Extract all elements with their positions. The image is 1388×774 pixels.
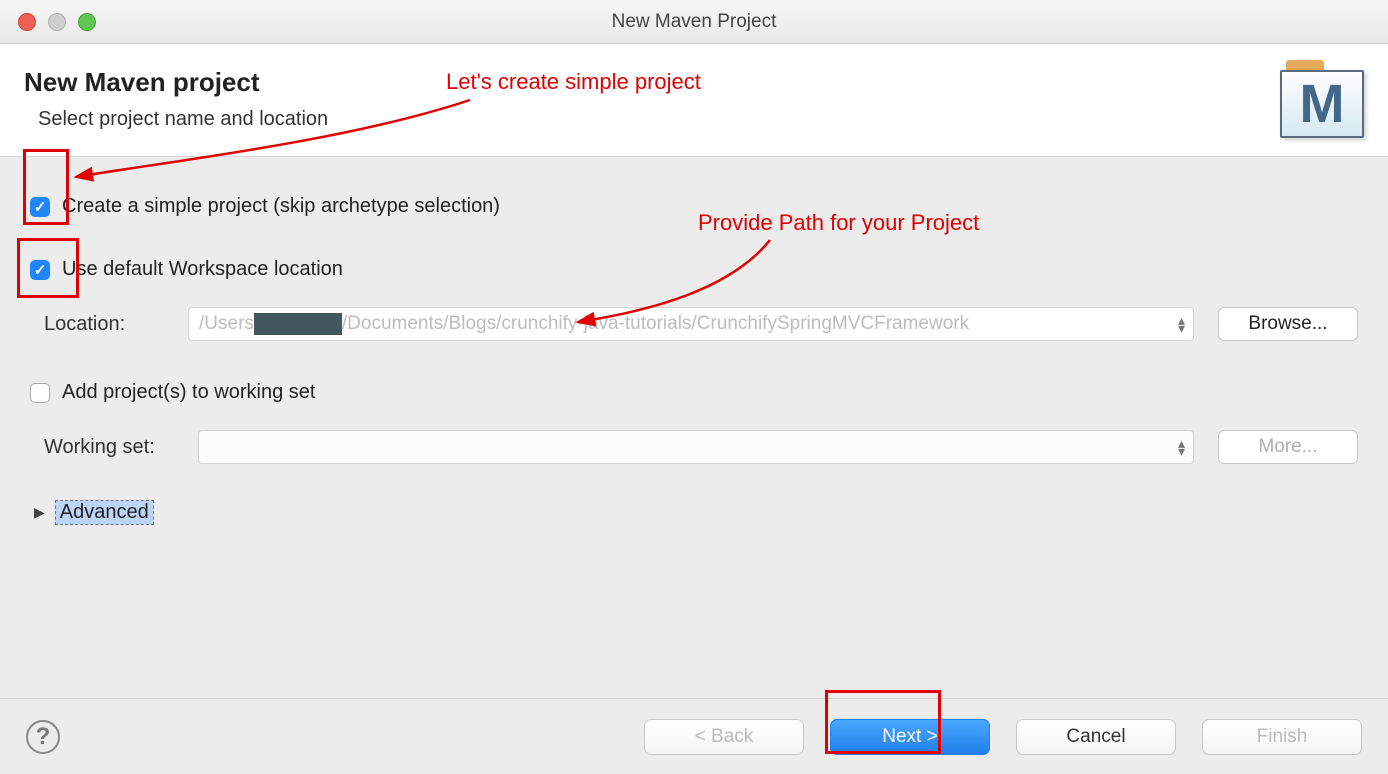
back-button: < Back <box>644 719 804 755</box>
titlebar: New Maven Project <box>0 0 1388 44</box>
advanced-label: Advanced <box>55 500 154 525</box>
page-subtitle: Select project name and location <box>38 108 1280 131</box>
annotation-box-next <box>825 690 941 754</box>
annotation-simple: Let's create simple project <box>446 69 701 95</box>
working-set-label: Working set: <box>44 436 174 459</box>
wizard-header: New Maven project Select project name an… <box>0 44 1388 157</box>
redacted-segment <box>254 313 342 335</box>
location-label: Location: <box>44 313 164 336</box>
browse-button[interactable]: Browse... <box>1218 307 1358 341</box>
advanced-disclosure[interactable]: ▶ Advanced <box>34 500 1358 525</box>
cancel-button[interactable]: Cancel <box>1016 719 1176 755</box>
simple-project-row: Create a simple project (skip archetype … <box>30 195 1358 218</box>
working-set-combo[interactable]: ▴▾ <box>198 430 1194 464</box>
location-path: /Users/Documents/Blogs/crunchify-java-tu… <box>189 313 979 335</box>
default-workspace-label: Use default Workspace location <box>62 258 343 281</box>
combo-arrows-icon[interactable]: ▴▾ <box>1178 439 1185 455</box>
maven-icon: M <box>1280 60 1364 138</box>
add-working-set-label: Add project(s) to working set <box>62 381 315 404</box>
working-set-row: Working set: ▴▾ More... <box>44 430 1358 464</box>
annotation-box-checkbox2 <box>17 238 79 298</box>
add-working-set-row: Add project(s) to working set <box>30 381 1358 404</box>
more-button: More... <box>1218 430 1358 464</box>
location-row: Location: /Users/Documents/Blogs/crunchi… <box>44 307 1358 341</box>
add-working-set-checkbox[interactable] <box>30 383 50 403</box>
default-workspace-row: Use default Workspace location <box>30 258 1358 281</box>
wizard-footer: ? < Back Next > Cancel Finish <box>0 698 1388 774</box>
chevron-right-icon: ▶ <box>34 504 45 521</box>
help-icon[interactable]: ? <box>26 720 60 754</box>
simple-project-label: Create a simple project (skip archetype … <box>62 195 500 218</box>
combo-arrows-icon[interactable]: ▴▾ <box>1178 316 1185 332</box>
location-combo[interactable]: /Users/Documents/Blogs/crunchify-java-tu… <box>188 307 1194 341</box>
annotation-box-checkbox1 <box>23 149 69 225</box>
finish-button: Finish <box>1202 719 1362 755</box>
wizard-body: Create a simple project (skip archetype … <box>0 157 1388 767</box>
window-title: New Maven Project <box>0 11 1388 33</box>
annotation-path: Provide Path for your Project <box>698 210 979 236</box>
